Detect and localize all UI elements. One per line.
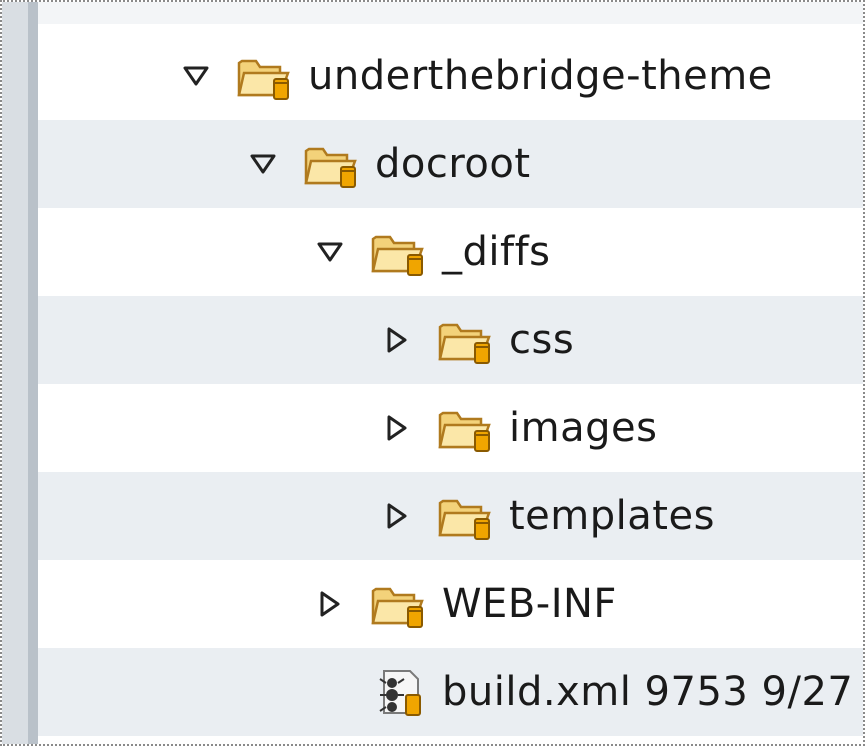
project-explorer-panel: underthebridge-theme docroot _diffs css … (0, 0, 865, 746)
tree-row-label: docroot (375, 141, 531, 187)
tree-row-underthebridge-theme[interactable]: underthebridge-theme (38, 32, 863, 120)
twisty-expanded[interactable] (178, 56, 214, 96)
tree-row-docroot[interactable]: docroot (38, 120, 863, 208)
tree-row-label: css (509, 317, 575, 363)
twisty-collapsed[interactable] (379, 320, 415, 360)
twisty-collapsed[interactable] (379, 496, 415, 536)
twisty-collapsed[interactable] (312, 584, 348, 624)
folder-open-icon (370, 227, 426, 277)
folder-open-icon (303, 139, 359, 189)
tree-row-label: underthebridge-theme (308, 53, 773, 99)
folder-open-icon (370, 579, 426, 629)
tree-row-label: WEB-INF (442, 581, 617, 627)
gutter-divider (28, 2, 38, 744)
tree-row-label: templates (509, 493, 715, 539)
tree-row-images[interactable]: images (38, 384, 863, 472)
file-tree: underthebridge-theme docroot _diffs css … (38, 32, 863, 736)
twisty-expanded[interactable] (245, 144, 281, 184)
tree-row-web-inf[interactable]: WEB-INF (38, 560, 863, 648)
previous-row-sliver (38, 2, 863, 24)
tree-row-label: images (509, 405, 658, 451)
folder-open-icon (437, 315, 493, 365)
tree-row-label: build.xml 9753 9/27 (442, 669, 854, 715)
twisty-collapsed[interactable] (379, 408, 415, 448)
tree-row-css[interactable]: css (38, 296, 863, 384)
tree-row-label: _diffs (442, 229, 551, 275)
tree-row-templates[interactable]: templates (38, 472, 863, 560)
tree-row-diffs[interactable]: _diffs (38, 208, 863, 296)
folder-open-icon (437, 403, 493, 453)
folder-open-icon (437, 491, 493, 541)
tree-row-build-xml[interactable]: build.xml 9753 9/27 (38, 648, 863, 736)
twisty-expanded[interactable] (312, 232, 348, 272)
ant-build-file-icon (370, 667, 426, 717)
left-gutter (2, 2, 28, 744)
folder-open-icon (236, 51, 292, 101)
